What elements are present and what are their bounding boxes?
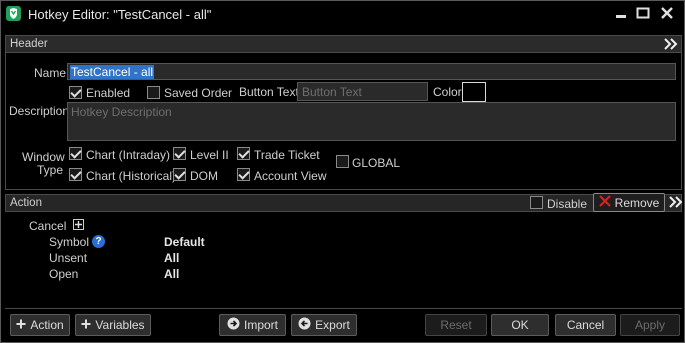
- help-icon[interactable]: ?: [92, 235, 105, 248]
- add-variables-button[interactable]: Variables: [75, 314, 151, 336]
- action-chevron-icon[interactable]: [669, 196, 683, 211]
- name-label: Name: [34, 66, 67, 80]
- trade-ticket-checkbox[interactable]: [237, 147, 250, 160]
- level-ii-label: Level II: [190, 148, 229, 162]
- tree-key-symbol: Symbol: [49, 235, 90, 249]
- import-arrow-icon: [227, 317, 240, 333]
- add-action-button[interactable]: Action: [10, 314, 70, 336]
- header-section-label: Header: [10, 38, 48, 50]
- tree-value-symbol[interactable]: Default: [164, 235, 205, 249]
- export-arrow-icon: [298, 317, 311, 333]
- description-label: Description: [9, 104, 70, 118]
- export-label: Export: [315, 318, 350, 332]
- footer-divider: [5, 308, 682, 309]
- chart-historical-checkbox[interactable]: [69, 168, 82, 181]
- remove-button[interactable]: Remove: [593, 193, 665, 212]
- enabled-label: Enabled: [86, 86, 131, 100]
- saved-order-checkbox[interactable]: [147, 86, 160, 99]
- disable-label: Disable: [547, 197, 588, 211]
- button-text-placeholder: Button Text: [302, 85, 362, 99]
- button-text-input[interactable]: Button Text: [297, 82, 428, 101]
- title-bar[interactable]: Hotkey Editor: "TestCancel - all": [1, 1, 684, 27]
- tree-key-open: Open: [49, 267, 79, 281]
- action-section-label: Action: [10, 197, 42, 209]
- reset-label: Reset: [440, 318, 472, 332]
- shield-icon: [6, 6, 21, 21]
- window-type-label-line1: Window: [22, 150, 65, 164]
- header-section-bar[interactable]: Header: [5, 35, 682, 53]
- maximize-button[interactable]: [633, 5, 653, 21]
- account-view-label: Account View: [254, 169, 327, 183]
- tree-root-label: Cancel: [29, 219, 67, 233]
- collapse-chevron-icon[interactable]: [664, 38, 678, 53]
- remove-label: Remove: [614, 195, 660, 210]
- cancel-label: Cancel: [566, 318, 605, 332]
- ok-button[interactable]: OK: [491, 314, 549, 336]
- reset-button[interactable]: Reset: [425, 314, 487, 336]
- remove-x-icon: [598, 195, 611, 210]
- chart-intraday-label: Chart (Intraday): [86, 148, 171, 162]
- chart-intraday-checkbox[interactable]: [69, 147, 82, 160]
- apply-label: Apply: [634, 318, 666, 332]
- enabled-checkbox[interactable]: [69, 86, 82, 99]
- window-type-label-line2: Type: [37, 163, 64, 177]
- trade-ticket-label: Trade Ticket: [254, 148, 320, 162]
- window-title: Hotkey Editor: "TestCancel - all": [28, 7, 212, 22]
- name-input[interactable]: TestCancel - all: [67, 63, 676, 80]
- import-button[interactable]: Import: [219, 314, 286, 336]
- add-variables-label: Variables: [95, 318, 145, 332]
- saved-order-label: Saved Order: [164, 86, 233, 100]
- apply-button[interactable]: Apply: [620, 314, 680, 336]
- cancel-button[interactable]: Cancel: [555, 314, 616, 336]
- tree-key-unsent: Unsent: [49, 251, 88, 265]
- color-swatch[interactable]: [462, 82, 486, 102]
- import-label: Import: [243, 318, 278, 332]
- account-view-checkbox[interactable]: [237, 168, 250, 181]
- button-text-label: Button Text: [239, 85, 299, 99]
- export-button[interactable]: Export: [291, 314, 357, 336]
- plus-icon: [16, 318, 26, 332]
- description-placeholder: Hotkey Description: [71, 105, 172, 119]
- tree-value-unsent[interactable]: All: [164, 251, 179, 265]
- hotkey-editor-window: Hotkey Editor: "TestCancel - all" Header…: [0, 0, 685, 343]
- minimize-button[interactable]: [611, 5, 631, 21]
- plus-icon: [81, 318, 91, 332]
- global-label: GLOBAL: [352, 156, 401, 170]
- disable-checkbox[interactable]: [530, 196, 543, 209]
- chart-historical-label: Chart (Historical): [86, 169, 177, 183]
- description-textarea[interactable]: Hotkey Description: [67, 102, 676, 141]
- name-value: TestCancel - all: [70, 65, 155, 79]
- dom-checkbox[interactable]: [173, 168, 186, 181]
- tree-value-open[interactable]: All: [164, 267, 179, 281]
- level-ii-checkbox[interactable]: [173, 147, 186, 160]
- color-label: Color: [433, 85, 462, 99]
- dom-label: DOM: [190, 169, 218, 183]
- close-button[interactable]: [657, 5, 677, 21]
- add-action-label: Action: [30, 318, 64, 332]
- ok-label: OK: [511, 318, 529, 332]
- global-checkbox[interactable]: [336, 155, 349, 168]
- expand-plus-icon[interactable]: [73, 219, 84, 230]
